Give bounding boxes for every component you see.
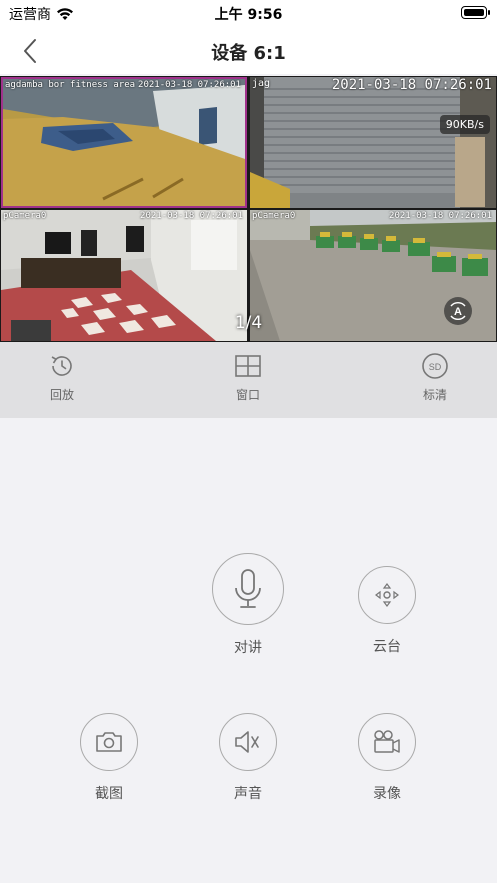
camera-3-time: 2021-03-18 07:26:01 <box>140 211 243 221</box>
ptz-button[interactable]: 云台 <box>358 566 416 656</box>
ptz-circle <box>358 566 416 624</box>
intercom-circle <box>212 553 284 625</box>
nav-bar: 设备 6:1 <box>0 28 497 74</box>
camera-tile-1[interactable]: agdamba bor fitness area 2021-03-18 07:2… <box>1 77 247 208</box>
ptz-direction-icon <box>375 583 399 607</box>
camera-tile-2[interactable]: jag 2021-03-18 07:26:01 90KB/s <box>250 77 496 208</box>
svg-text:A: A <box>454 306 462 318</box>
bitrate-badge: 90KB/s <box>439 115 490 134</box>
screenshot-circle <box>80 713 138 771</box>
speaker-muted-icon <box>235 731 259 753</box>
status-bar: 运营商 上午 9:56 <box>0 0 497 28</box>
camera-4-name: pCamera0 <box>252 211 296 221</box>
history-icon <box>51 356 72 376</box>
svg-text:SD: SD <box>429 362 442 372</box>
record-label: 录像 <box>373 786 401 802</box>
screenshot-label: 截图 <box>95 786 123 802</box>
record-circle <box>358 713 416 771</box>
sd-icon: SD <box>422 353 448 379</box>
camera-feed-1 <box>3 79 245 206</box>
sound-circle <box>219 713 277 771</box>
record-button[interactable]: 录像 <box>358 713 416 803</box>
quality-button[interactable]: SD 标清 <box>395 352 475 403</box>
camera-4-time: 2021-03-18 07:26:01 <box>389 211 492 221</box>
auto-rotate-button[interactable]: A <box>444 297 472 325</box>
intercom-button[interactable]: 对讲 <box>212 553 284 657</box>
camera-2-name: jag <box>252 78 271 89</box>
microphone-icon <box>235 569 261 608</box>
page-indicator: 1/4 <box>234 313 263 333</box>
quality-label: 标清 <box>422 388 447 402</box>
sound-button[interactable]: 声音 <box>219 713 277 803</box>
control-area: 对讲 云台 截图 声音 录像 <box>0 418 497 883</box>
status-time: 上午 9:56 <box>214 7 283 23</box>
camera-3-name: pCamera0 <box>3 211 47 221</box>
page-title: 设备 6:1 <box>211 43 286 64</box>
auto-rotate-icon: A <box>450 302 466 320</box>
camera-1-name: agdamba bor fitness area <box>5 80 136 90</box>
screenshot-button[interactable]: 截图 <box>80 713 138 803</box>
playback-button[interactable]: 回放 <box>22 352 102 403</box>
grid-icon <box>235 355 261 377</box>
sound-label: 声音 <box>234 786 262 802</box>
window-layout-button[interactable]: 窗口 <box>208 352 288 403</box>
battery-icon <box>461 6 490 19</box>
camera-icon <box>96 732 122 752</box>
intercom-label: 对讲 <box>234 640 262 656</box>
camera-feed-2 <box>250 77 496 208</box>
video-grid: agdamba bor fitness area 2021-03-18 07:2… <box>0 76 497 402</box>
toolbar: 回放 窗口 SD 标清 <box>0 342 497 418</box>
camera-1-time: 2021-03-18 07:26:01 <box>138 80 241 90</box>
camera-2-time: 2021-03-18 07:26:01 <box>331 77 492 93</box>
window-label: 窗口 <box>235 388 260 402</box>
ptz-label: 云台 <box>373 639 401 655</box>
battery-fill <box>463 8 484 16</box>
playback-label: 回放 <box>49 388 74 402</box>
video-camera-icon <box>374 730 400 753</box>
